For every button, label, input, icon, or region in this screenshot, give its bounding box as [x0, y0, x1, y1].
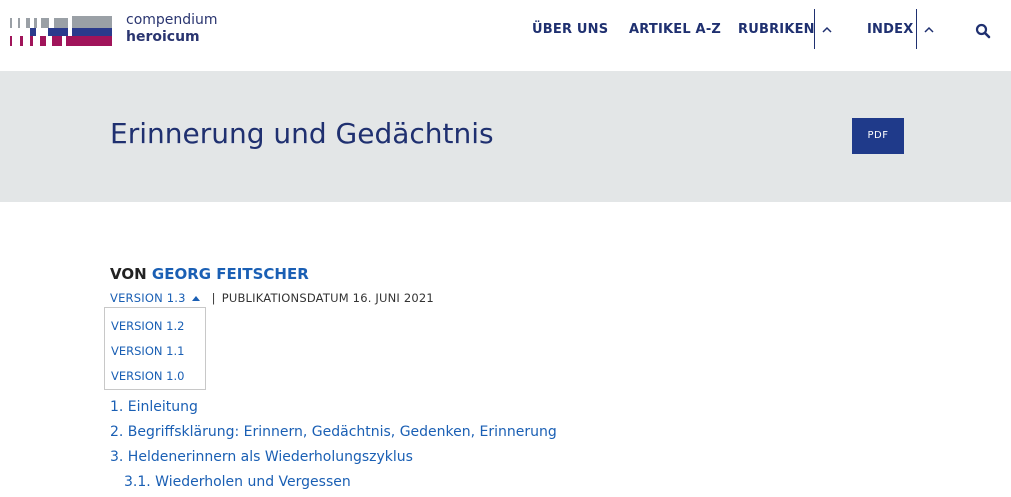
- version-option[interactable]: VERSION 1.1: [111, 344, 184, 358]
- meta-separator: |: [211, 291, 216, 305]
- caret-up-icon[interactable]: [191, 295, 200, 301]
- brand-line1: compendium: [126, 12, 218, 28]
- author-line: VON GEORG FEITSCHER: [110, 265, 309, 283]
- page-title: Erinnerung und Gedächtnis: [110, 117, 494, 150]
- version-option[interactable]: VERSION 1.2: [111, 319, 184, 333]
- version-dropdown: VERSION 1.2 VERSION 1.1 VERSION 1.0: [104, 307, 206, 390]
- nav-ueber-uns[interactable]: ÜBER UNS: [532, 22, 608, 37]
- site-header: compendium heroicum ÜBER UNS ARTIKEL A-Z…: [0, 0, 1011, 71]
- toc-link[interactable]: 1. Einleitung: [110, 399, 198, 415]
- nav-divider: [916, 9, 917, 49]
- nav-divider: [814, 9, 815, 49]
- search-icon[interactable]: [975, 23, 991, 39]
- brand-name[interactable]: compendium heroicum: [126, 12, 218, 46]
- brand-line2: heroicum: [126, 29, 200, 45]
- nav-rubriken[interactable]: RUBRIKEN: [738, 22, 815, 37]
- author-link[interactable]: GEORG FEITSCHER: [152, 265, 309, 283]
- article-hero: Erinnerung und Gedächtnis PDF: [0, 71, 1011, 202]
- chevron-up-icon[interactable]: [820, 23, 834, 37]
- version-option[interactable]: VERSION 1.0: [111, 369, 184, 383]
- chevron-up-icon[interactable]: [922, 23, 936, 37]
- publication-date: PUBLIKATIONSDATUM 16. JUNI 2021: [221, 291, 434, 305]
- author-prefix: VON: [110, 265, 147, 283]
- version-selector[interactable]: VERSION 1.3: [110, 291, 186, 305]
- article-meta: VERSION 1.3 | PUBLIKATIONSDATUM 16. JUNI 2…: [110, 291, 434, 305]
- pdf-button[interactable]: PDF: [852, 118, 904, 154]
- nav-artikel-a-z[interactable]: ARTIKEL A-Z: [629, 22, 721, 37]
- nav-index[interactable]: INDEX: [867, 22, 913, 37]
- logo-mark[interactable]: [10, 16, 112, 48]
- toc-link[interactable]: 3.1. Wiederholen und Vergessen: [124, 474, 351, 490]
- toc-link[interactable]: 2. Begriffsklärung: Erinnern, Gedächtnis…: [110, 424, 557, 440]
- toc-link[interactable]: 3. Heldenerinnern als Wiederholungszyklu…: [110, 449, 413, 465]
